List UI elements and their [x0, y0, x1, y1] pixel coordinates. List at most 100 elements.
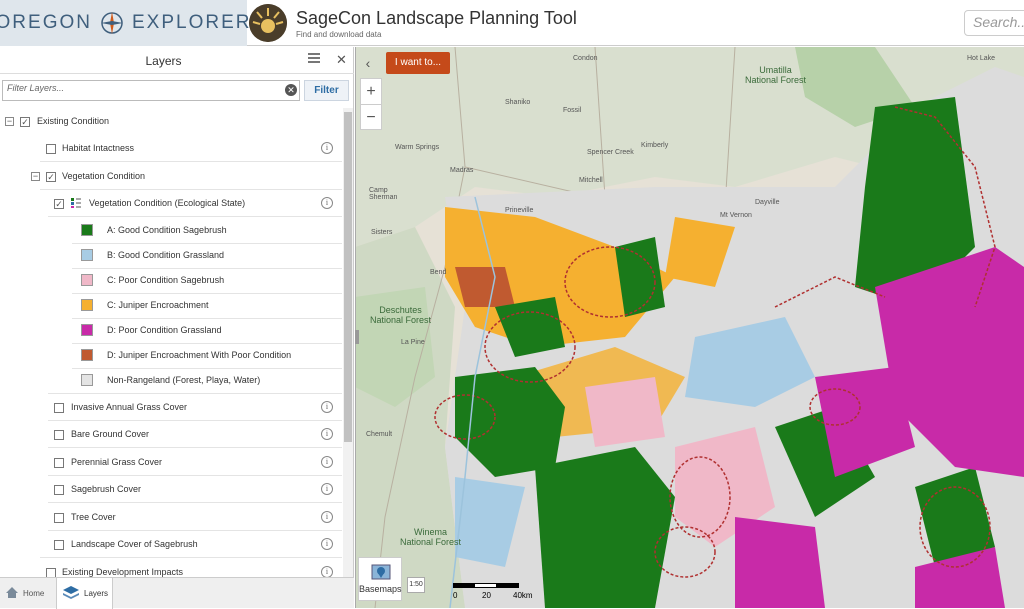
map-label-dayville: Dayville [755, 199, 780, 206]
filter-button[interactable]: Filter [304, 80, 349, 101]
info-icon[interactable]: i [321, 511, 333, 523]
checkbox[interactable]: ✓ [54, 199, 64, 209]
tab-label: Home [23, 589, 45, 598]
legend-label: Non-Rangeland (Forest, Playa, Water) [107, 375, 261, 385]
search-input[interactable]: Search... [964, 10, 1024, 36]
map-label-prineville: Prineville [505, 207, 534, 214]
map-label-deschutes: Deschutes National Forest [370, 305, 432, 325]
info-icon[interactable]: i [321, 428, 333, 440]
checkbox[interactable] [54, 485, 64, 495]
legend-swatch [81, 324, 93, 336]
tab-label: Layers [84, 589, 109, 598]
sagecon-logo [249, 4, 287, 42]
layer-perennial-grass-cover[interactable]: Perennial Grass Cover i [0, 449, 342, 476]
bottom-tabs: Home Layers [0, 577, 354, 609]
layers-panel: Layers ✕ Filter Layers... ✕ Filter − ✓ E… [0, 47, 354, 609]
legend-swatch [81, 224, 93, 236]
layer-existing-development-impacts[interactable]: Existing Development Impacts i [0, 559, 342, 577]
map-canvas [355, 47, 1024, 608]
oregon-explorer-logo[interactable]: OREGON EXPLORER [0, 0, 249, 46]
layer-group-existing-condition[interactable]: − ✓ Existing Condition [0, 108, 342, 135]
map-label-mt-vernon: Mt Vernon [720, 212, 752, 219]
hamburger-icon[interactable] [308, 53, 320, 65]
zoom-in-button[interactable]: + [361, 79, 381, 104]
layer-vegetation-condition-ecological-state[interactable]: ✓ Vegetation Condition (Ecological State… [0, 190, 342, 217]
legend-icon[interactable] [70, 197, 82, 209]
map-label-winema: Winema National Forest [400, 527, 462, 547]
layer-landscape-cover-sagebrush[interactable]: Landscape Cover of Sagebrush i [0, 531, 342, 558]
checkbox[interactable] [54, 458, 64, 468]
info-icon[interactable]: i [321, 142, 333, 154]
map-label-warm-springs: Warm Springs [395, 144, 440, 151]
basemaps-label: Basemaps [359, 584, 402, 594]
info-icon[interactable]: i [321, 566, 333, 577]
layer-label: Habitat Intactness [62, 143, 135, 153]
info-icon[interactable]: i [321, 483, 333, 495]
map-label-hot-lake: Hot Lake [967, 55, 996, 62]
panel-header: Layers ✕ [0, 47, 354, 74]
layer-label: Landscape Cover of Sagebrush [71, 539, 198, 549]
home-icon [5, 586, 19, 601]
legend-item: D: Juniper Encroachment With Poor Condit… [0, 342, 342, 369]
basemaps-button[interactable]: Basemaps [358, 557, 402, 601]
legend-label: D: Juniper Encroachment With Poor Condit… [107, 350, 292, 360]
layer-tree-cover[interactable]: Tree Cover i [0, 504, 342, 531]
checkbox[interactable] [46, 144, 56, 154]
legend-item: B: Good Condition Grassland [0, 242, 342, 269]
map-label-spencer-creek: Spencer Creek [587, 149, 634, 156]
checkbox[interactable] [46, 568, 56, 577]
checkbox[interactable]: ✓ [20, 117, 30, 127]
collapse-icon[interactable]: − [5, 117, 14, 126]
zoom-out-button[interactable]: − [361, 104, 381, 129]
layer-label: Existing Condition [37, 116, 110, 126]
layers-icon [62, 585, 80, 603]
map-label-madras: Madras [450, 167, 474, 174]
panel-resize-handle[interactable] [355, 330, 359, 344]
layer-tree: − ✓ Existing Condition Habitat Intactnes… [0, 108, 342, 577]
checkbox[interactable] [54, 403, 64, 413]
map-label-umatilla: Umatilla National Forest [745, 65, 807, 85]
layer-group-vegetation-condition[interactable]: − ✓ Vegetation Condition [0, 163, 342, 190]
layer-bare-ground-cover[interactable]: Bare Ground Cover i [0, 421, 342, 448]
info-icon[interactable]: i [321, 538, 333, 550]
info-icon[interactable]: i [321, 401, 333, 413]
layer-label: Vegetation Condition [62, 171, 146, 181]
app-subtitle: Find and download data [296, 30, 382, 39]
layer-label: Invasive Annual Grass Cover [71, 402, 188, 412]
layer-habitat-intactness[interactable]: Habitat Intactness i [0, 135, 342, 162]
checkbox[interactable] [54, 430, 64, 440]
scale-label-0: 0 [453, 591, 458, 600]
layer-invasive-annual-grass-cover[interactable]: Invasive Annual Grass Cover i [0, 394, 342, 421]
logo-word-right: EXPLORER [131, 12, 252, 33]
clear-filter-icon[interactable]: ✕ [285, 84, 297, 96]
filter-row: Filter Layers... ✕ Filter [0, 80, 354, 102]
info-icon[interactable]: i [321, 197, 333, 209]
legend-label: C: Juniper Encroachment [107, 300, 209, 310]
scroll-thumb[interactable] [344, 112, 352, 442]
checkbox[interactable]: ✓ [46, 172, 56, 182]
close-icon[interactable]: ✕ [336, 52, 347, 68]
filter-layers-input[interactable]: Filter Layers... [2, 80, 300, 101]
scale-label-40: 40km [513, 591, 533, 600]
scale-label-20: 20 [482, 591, 491, 600]
checkbox[interactable] [54, 513, 64, 523]
legend-item: C: Juniper Encroachment [0, 292, 342, 319]
map-label-kimberly: Kimberly [641, 142, 669, 149]
layer-label: Vegetation Condition (Ecological State) [89, 198, 246, 208]
map-label-fossil: Fossil [563, 107, 582, 114]
collapse-panel-icon[interactable]: ‹ [360, 52, 376, 74]
legend-swatch [81, 299, 93, 311]
legend-swatch [81, 249, 93, 261]
tab-home[interactable]: Home [0, 578, 55, 609]
tab-layers[interactable]: Layers [56, 578, 113, 609]
layer-label: Existing Development Impacts [62, 567, 184, 577]
scale-toggle-button[interactable]: 1:50 [407, 577, 425, 593]
i-want-to-button[interactable]: I want to... [386, 52, 450, 74]
layer-scrollbar[interactable] [343, 108, 353, 577]
map-label-condon: Condon [573, 55, 598, 62]
layer-sagebrush-cover[interactable]: Sagebrush Cover i [0, 476, 342, 503]
info-icon[interactable]: i [321, 456, 333, 468]
checkbox[interactable] [54, 540, 64, 550]
collapse-icon[interactable]: − [31, 172, 40, 181]
map-view[interactable]: ‹ I want to... + − Umatilla National Fore… [355, 47, 1024, 608]
